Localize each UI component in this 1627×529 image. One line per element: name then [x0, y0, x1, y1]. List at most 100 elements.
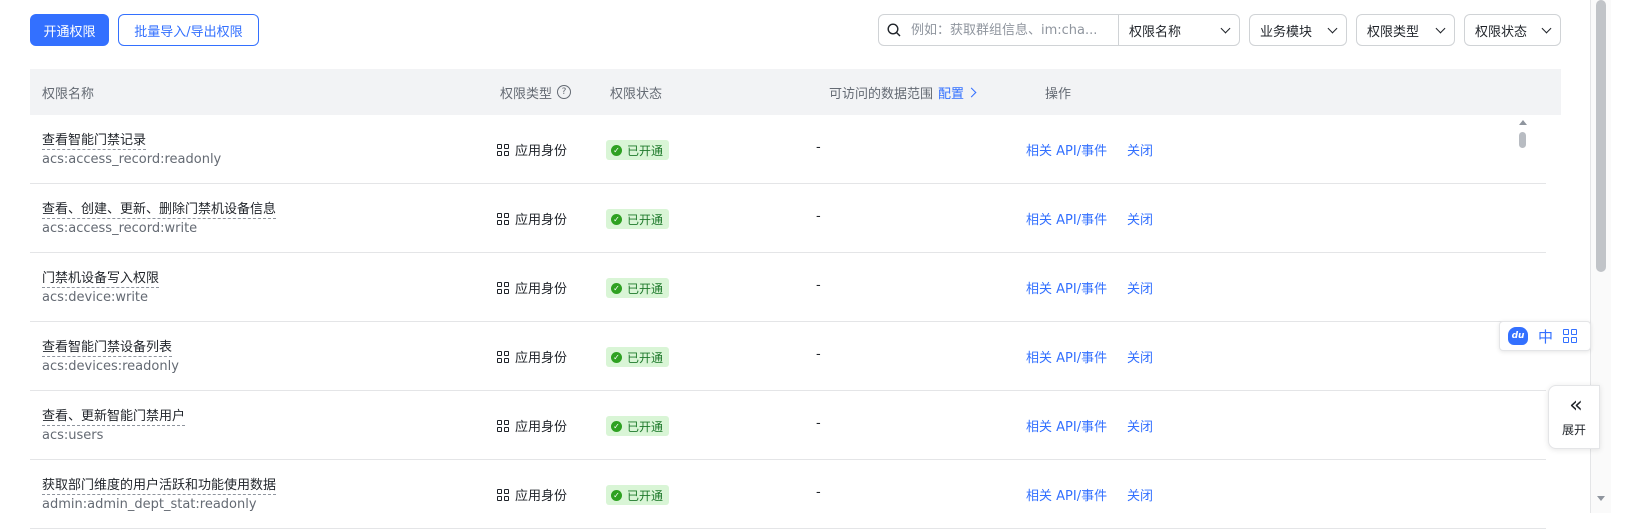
- filter-business-module[interactable]: 业务模块: [1249, 14, 1347, 46]
- close-permission-link[interactable]: 关闭: [1127, 278, 1153, 297]
- table-row: 查看智能门禁记录 acs:access_record:readonly 应用身份 ✓ 已…: [30, 115, 1546, 184]
- chevron-down-icon: [1541, 23, 1552, 33]
- status-badge: ✓ 已开通: [606, 347, 670, 367]
- permission-name[interactable]: 门禁机设备写入权限: [42, 267, 160, 288]
- expand-panel-button[interactable]: ‹‹ 展开: [1548, 385, 1600, 449]
- search-input[interactable]: [909, 21, 1118, 39]
- filter-label: 权限类型: [1367, 24, 1420, 40]
- permission-type: 应用身份: [497, 209, 567, 228]
- double-chevron-left-icon: ‹‹: [1569, 392, 1582, 418]
- permission-name[interactable]: 查看、创建、更新、删除门禁机设备信息: [42, 198, 277, 219]
- scroll-down-icon[interactable]: [1597, 496, 1605, 501]
- app-grid-icon: [497, 488, 509, 501]
- data-range: -: [816, 347, 821, 362]
- app-grid-icon: [497, 143, 509, 156]
- table-header: 权限名称 权限类型 ? 权限状态 可访问的数据范围 配置 操作: [30, 69, 1561, 115]
- filter-label: 业务模块: [1260, 24, 1313, 40]
- help-icon[interactable]: ?: [557, 85, 572, 99]
- header-status: 权限状态: [610, 86, 663, 102]
- related-api-link[interactable]: 相关 API/事件: [1026, 347, 1107, 366]
- header-range: 可访问的数据范围 配置: [829, 69, 977, 115]
- range-config-label: 配置: [938, 86, 965, 102]
- scrollbar-thumb[interactable]: [1596, 0, 1606, 272]
- permission-name[interactable]: 获取部门维度的用户活跃和功能使用数据: [42, 474, 277, 495]
- permission-name[interactable]: 查看智能门禁设备列表: [42, 336, 173, 357]
- header-ops: 操作: [1045, 86, 1072, 102]
- chevron-right-icon: [966, 87, 977, 97]
- close-permission-link[interactable]: 关闭: [1127, 140, 1153, 159]
- permission-name[interactable]: 查看、更新智能门禁用户: [42, 405, 186, 426]
- baidu-du-icon[interactable]: du: [1508, 327, 1528, 345]
- permission-type: 应用身份: [497, 278, 567, 297]
- permission-type-label: 应用身份: [515, 282, 568, 297]
- table-body: 查看智能门禁记录 acs:access_record:readonly 应用身份 ✓ 已…: [30, 115, 1546, 529]
- check-circle-icon: ✓: [611, 144, 622, 156]
- chevron-down-icon: [1435, 23, 1446, 33]
- search-icon: [879, 23, 909, 37]
- data-range: -: [816, 416, 821, 431]
- status-label: 已开通: [627, 143, 664, 158]
- language-toggle[interactable]: 中: [1538, 326, 1553, 347]
- check-circle-icon: ✓: [611, 420, 622, 432]
- check-circle-icon: ✓: [611, 351, 622, 363]
- table-row: 查看、创建、更新、删除门禁机设备信息 acs:access_record:writ…: [30, 184, 1546, 253]
- close-permission-link[interactable]: 关闭: [1127, 209, 1153, 228]
- permission-code: acs:users: [42, 428, 104, 443]
- status-label: 已开通: [627, 488, 664, 503]
- search-field-label: 权限名称: [1129, 24, 1182, 40]
- chevron-down-icon: [1220, 23, 1231, 33]
- permission-name[interactable]: 查看智能门禁记录: [42, 129, 147, 150]
- related-api-link[interactable]: 相关 API/事件: [1026, 209, 1107, 228]
- close-permission-link[interactable]: 关闭: [1127, 347, 1153, 366]
- table-row: 查看、更新智能门禁用户 acs:users 应用身份 ✓ 已开通 - 相关 API/事件 关闭: [30, 391, 1546, 460]
- batch-import-export-button[interactable]: 批量导入/导出权限: [118, 14, 259, 46]
- header-name: 权限名称: [42, 86, 95, 102]
- permission-code: acs:access_record:readonly: [42, 152, 222, 167]
- permission-type-label: 应用身份: [515, 420, 568, 435]
- header-range-label: 可访问的数据范围: [829, 86, 934, 102]
- permission-code: admin:admin_dept_stat:readonly: [42, 497, 257, 512]
- related-api-link[interactable]: 相关 API/事件: [1026, 485, 1107, 504]
- permission-type: 应用身份: [497, 485, 567, 504]
- table-row: 查看智能门禁设备列表 acs:devices:readonly 应用身份 ✓ 已开通 - 相…: [30, 322, 1546, 391]
- filter-label: 权限状态: [1475, 24, 1528, 40]
- scrollbar-thumb[interactable]: [1519, 132, 1526, 148]
- status-badge: ✓ 已开通: [606, 209, 670, 229]
- search-field-select[interactable]: 权限名称: [1118, 15, 1239, 45]
- related-api-link[interactable]: 相关 API/事件: [1026, 416, 1107, 435]
- permission-type-label: 应用身份: [515, 144, 568, 159]
- check-circle-icon: ✓: [611, 282, 622, 294]
- status-badge: ✓ 已开通: [606, 485, 670, 505]
- related-api-link[interactable]: 相关 API/事件: [1026, 140, 1107, 159]
- check-circle-icon: ✓: [611, 213, 622, 225]
- chevron-down-icon: [1327, 23, 1338, 33]
- permission-code: acs:devices:readonly: [42, 359, 179, 374]
- permission-type: 应用身份: [497, 140, 567, 159]
- table-scrollbar[interactable]: [1518, 120, 1528, 513]
- permission-type-label: 应用身份: [515, 489, 568, 504]
- filter-permission-type[interactable]: 权限类型: [1356, 14, 1455, 46]
- apps-grid-icon[interactable]: [1563, 329, 1578, 343]
- search-box: 权限名称: [878, 14, 1240, 46]
- close-permission-link[interactable]: 关闭: [1127, 416, 1153, 435]
- table-row: 门禁机设备写入权限 acs:device:write 应用身份 ✓ 已开通 - 相关 API…: [30, 253, 1546, 322]
- scroll-up-icon[interactable]: [1519, 120, 1527, 125]
- status-label: 已开通: [627, 281, 664, 296]
- related-api-link[interactable]: 相关 API/事件: [1026, 278, 1107, 297]
- header-type-label: 权限类型: [500, 86, 553, 102]
- floating-toolbar: du 中: [1499, 321, 1591, 351]
- data-range: -: [816, 485, 821, 500]
- close-permission-link[interactable]: 关闭: [1127, 485, 1153, 504]
- status-label: 已开通: [627, 350, 664, 365]
- permission-type-label: 应用身份: [515, 351, 568, 366]
- data-range: -: [816, 209, 821, 224]
- permission-type-label: 应用身份: [515, 213, 568, 228]
- permission-type: 应用身份: [497, 416, 567, 435]
- check-circle-icon: ✓: [611, 489, 622, 501]
- range-config-link[interactable]: 配置: [938, 83, 977, 102]
- open-permission-button[interactable]: 开通权限: [30, 14, 109, 46]
- filter-permission-status[interactable]: 权限状态: [1464, 14, 1561, 46]
- app-grid-icon: [497, 281, 509, 294]
- header-type: 权限类型 ?: [500, 69, 572, 115]
- app-grid-icon: [497, 419, 509, 432]
